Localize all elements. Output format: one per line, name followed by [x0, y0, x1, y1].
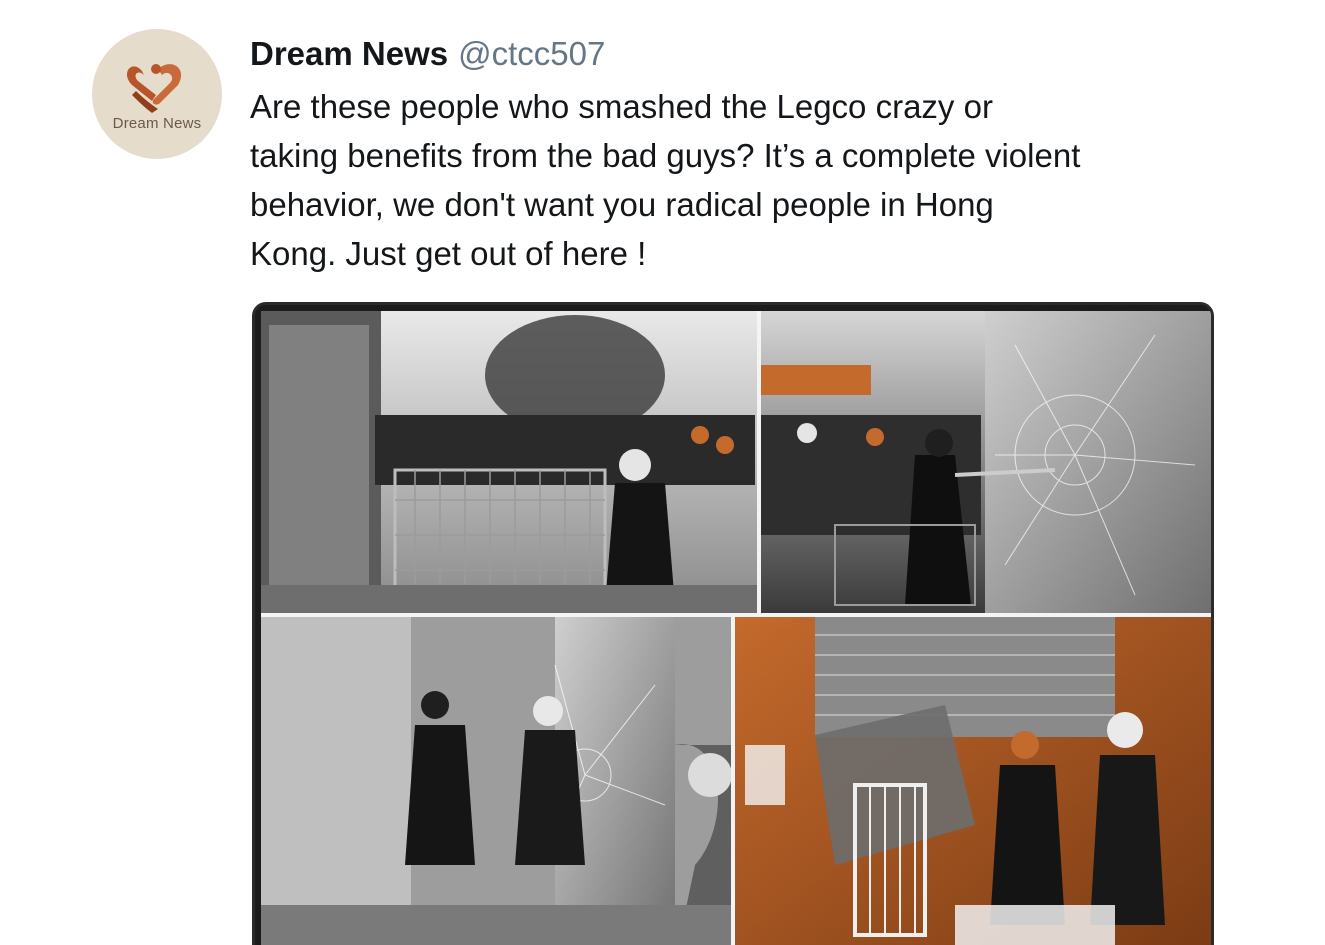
- tweet-media-collage[interactable]: [252, 302, 1214, 945]
- tweet-header: Dream News @ctcc507: [250, 34, 605, 74]
- photo-panel-bottom-right: [735, 617, 1211, 945]
- tweet: Dream News Dream News @ctcc507 Are these …: [0, 0, 1325, 945]
- photo-panel-top-left: [261, 311, 757, 613]
- photo-panel-top-right: [761, 311, 1211, 613]
- user-handle[interactable]: @ctcc507: [458, 35, 605, 72]
- heart-hands-logo-icon: [126, 64, 182, 113]
- avatar-label: Dream News: [112, 115, 202, 132]
- profile-avatar[interactable]: Dream News: [92, 29, 222, 159]
- photo-panel-bottom-left: [261, 617, 732, 945]
- display-name[interactable]: Dream News: [250, 35, 448, 72]
- tweet-text: Are these people who smashed the Legco c…: [250, 88, 1081, 272]
- photo-collage: [261, 311, 1211, 945]
